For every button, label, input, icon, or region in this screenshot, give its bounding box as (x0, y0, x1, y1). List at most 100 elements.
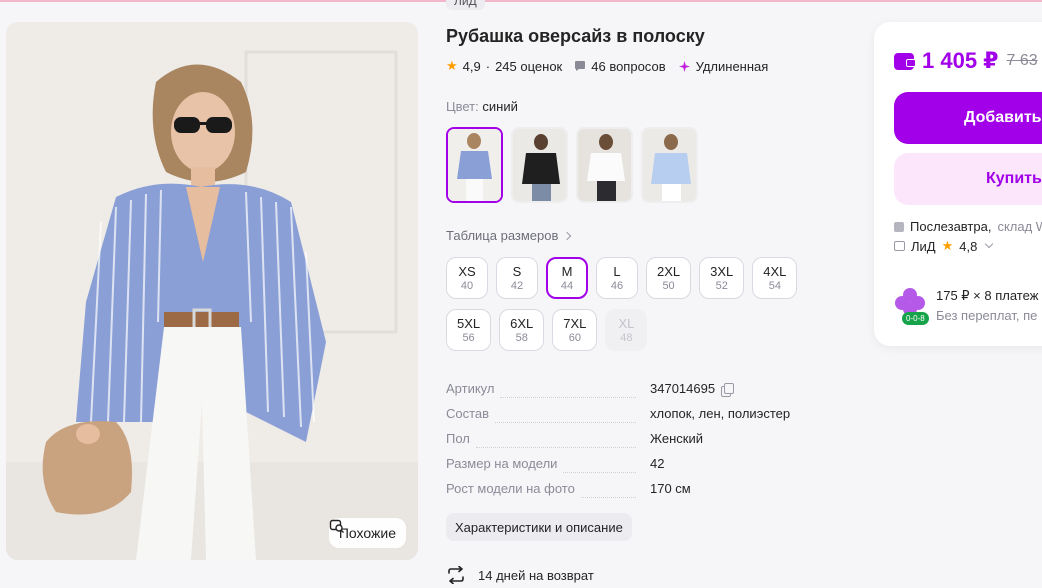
size-option-3xl[interactable]: 3XL 52 (699, 257, 745, 299)
seller-rating: 4,8 (959, 238, 978, 254)
installment-badge: 0-0-8 (902, 312, 929, 325)
star-icon: ★ (446, 58, 458, 73)
spec-key: Артикул (446, 381, 495, 396)
spec-value-wrap: Женский (650, 431, 703, 446)
sparkle-icon (678, 60, 690, 72)
size-option-7xl[interactable]: 7XL 60 (552, 309, 598, 351)
color-swatches (446, 127, 698, 203)
size-option-6xl[interactable]: 6XL 58 (499, 309, 545, 351)
installment-sub: Без переплат, пе (936, 308, 1038, 323)
spec-dots (475, 447, 636, 448)
questions-count: 46 вопросов (591, 58, 666, 74)
size-option-l[interactable]: L 46 (596, 257, 638, 299)
product-title: Рубашка оверсайз в полоску (446, 26, 705, 46)
feature-label: Удлиненная (695, 58, 769, 74)
size-ru: 60 (568, 331, 581, 344)
spec-value: 170 см (650, 481, 691, 496)
delivery-date: Послезавтра, (910, 219, 992, 234)
spec-row: Пол Женский (446, 431, 846, 456)
spec-dots (495, 422, 637, 423)
spec-key: Размер на модели (446, 456, 558, 471)
swatch-black[interactable] (511, 127, 568, 203)
size-ru: 50 (662, 279, 675, 292)
copy-icon[interactable] (721, 382, 735, 397)
spec-value-wrap: 170 см (650, 481, 691, 496)
similar-label: Похожие (338, 525, 396, 541)
color-row: Цвет: синий (446, 99, 518, 114)
seller-star-icon: ★ (941, 238, 954, 253)
delivery-warehouse: склад W (997, 219, 1042, 234)
installment-main: 175 ₽ × 8 платеж (936, 288, 1039, 303)
rating-link[interactable]: ★ 4,9 · 245 оценок (446, 58, 562, 74)
installment-offer[interactable]: 0-0-8 175 ₽ × 8 платеж Без переплат, пе (894, 288, 1038, 326)
brand-tag[interactable]: ЛиД (446, 0, 485, 10)
questions-link[interactable]: 46 вопросов (574, 58, 666, 74)
spec-value-wrap: 347014695 (650, 381, 735, 397)
size-option-2xl[interactable]: 2XL 50 (646, 257, 692, 299)
spec-dots (500, 397, 637, 398)
seller-link[interactable]: ЛиД ★ 4,8 (894, 238, 994, 254)
size-ru: 52 (715, 279, 728, 292)
size-option-m[interactable]: M 44 (546, 257, 588, 299)
delivery-info: Послезавтра, склад W (894, 219, 1042, 234)
product-meta: ★ 4,9 · 245 оценок 46 вопросов Удлиненна… (446, 58, 780, 74)
chevron-right-icon (563, 231, 572, 240)
spec-key: Рост модели на фото (446, 481, 575, 496)
size-selector: XS 40 S 42 M 44 L 46 2XL 50 3XL 52 4XL 54 5XL 56 6XL 58 7X… (446, 257, 836, 351)
size-name: XL (618, 315, 635, 331)
shop-icon (894, 241, 905, 251)
size-table-label: Таблица размеров (446, 228, 559, 243)
return-arrows-icon (448, 566, 464, 584)
product-photo[interactable]: Похожие (6, 22, 418, 560)
size-name: XS (458, 263, 476, 279)
swatch-white[interactable] (576, 127, 633, 203)
return-info: 14 дней на возврат (446, 566, 594, 584)
size-ru: 48 (620, 331, 633, 344)
size-name: L (613, 263, 621, 279)
characteristics-button[interactable]: Характеристики и описание (446, 513, 632, 541)
add-to-cart-button[interactable]: Добавить (894, 92, 1042, 144)
spec-row: Артикул 347014695 (446, 381, 846, 406)
chevron-down-icon (985, 239, 994, 249)
return-text: 14 дней на возврат (478, 567, 594, 583)
spec-row: Состав хлопок, лен, полиэстер (446, 406, 846, 431)
spec-value: Женский (650, 431, 703, 446)
swatch-blue-stripe-image (448, 129, 501, 201)
size-ru: 56 (462, 331, 475, 344)
swatch-white-image (578, 129, 631, 201)
color-label: Цвет: (446, 99, 479, 114)
size-ru: 46 (610, 279, 624, 292)
size-ru: 58 (515, 331, 528, 344)
size-option-s[interactable]: S 42 (496, 257, 538, 299)
size-option-4xl[interactable]: 4XL 54 (752, 257, 798, 299)
old-price: 7 63 (1006, 52, 1038, 69)
spec-row: Размер на модели 42 (446, 456, 846, 481)
size-name: 2XL (657, 263, 681, 279)
spec-key: Пол (446, 431, 470, 446)
installment-text: 175 ₽ × 8 платеж Без переплат, пе (936, 288, 1038, 326)
size-table-link[interactable]: Таблица размеров (446, 228, 572, 243)
size-ru: 40 (460, 279, 474, 292)
current-price: 1 405 ₽ (922, 48, 999, 73)
size-option-xs[interactable]: XS 40 (446, 257, 488, 299)
similar-button[interactable]: Похожие (328, 518, 406, 548)
reviews-count: 245 оценок (495, 58, 563, 74)
swatch-light-blue[interactable] (641, 127, 698, 203)
swatch-blue-stripe[interactable] (446, 127, 503, 203)
size-name: M (561, 263, 573, 279)
size-option-5xl[interactable]: 5XL 56 (446, 309, 492, 351)
size-ru: 44 (560, 279, 574, 292)
spec-value: 347014695 (650, 381, 716, 396)
size-name: 5XL (457, 315, 481, 331)
top-accent-line (0, 0, 1042, 2)
purchase-card: 1 405 ₽ 7 63 Добавить Купить Послезавтра… (874, 22, 1042, 346)
seller-name: ЛиД (911, 238, 936, 254)
similar-search-icon (329, 519, 344, 533)
clover-icon: 0-0-8 (894, 288, 929, 326)
size-name: S (512, 263, 522, 279)
buy-now-button[interactable]: Купить (894, 153, 1042, 205)
size-ru: 42 (510, 279, 524, 292)
wallet-icon (894, 52, 916, 70)
box-icon (894, 221, 904, 232)
size-ru: 54 (768, 279, 781, 292)
